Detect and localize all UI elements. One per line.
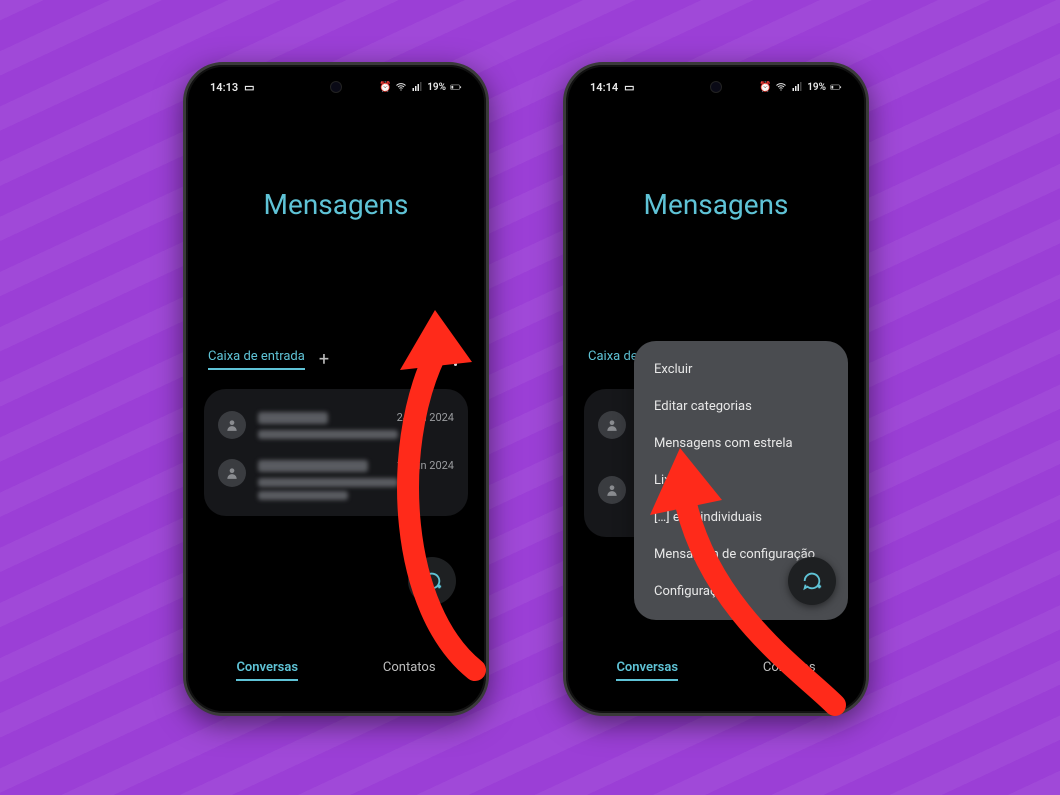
phone-power-button [563, 235, 565, 315]
bottom-tabs: Conversas Contatos [574, 660, 858, 681]
bottom-tabs: Conversas Contatos [194, 660, 478, 681]
battery-icon [450, 81, 462, 93]
avatar [598, 476, 626, 504]
wifi-icon [395, 81, 407, 93]
screenshot-icon: ▭ [624, 81, 634, 94]
avatar [218, 459, 246, 487]
signal-icon [791, 81, 803, 93]
phone-mockup-1: 14:13 ▭ ⏰ 19% Mensagens [183, 62, 489, 716]
battery-icon [830, 81, 842, 93]
search-icon[interactable] [406, 351, 424, 369]
add-category-button[interactable]: + [319, 349, 329, 370]
compose-fab[interactable] [408, 557, 456, 605]
redacted-sender [258, 412, 328, 424]
status-time: 14:14 [590, 81, 618, 94]
tab-contacts[interactable]: Contatos [763, 660, 816, 681]
conversation-date: 11 jun 2024 [397, 459, 454, 472]
inbox-tab[interactable]: Caixa de entrada [208, 349, 305, 370]
phone-screen-2: 14:14 ▭ ⏰ 19% Mensagens [574, 73, 858, 705]
redacted-preview [258, 491, 348, 500]
toolbar: Caixa de entrada + [208, 349, 464, 370]
conversation-date: 24 jun 2024 [397, 411, 454, 424]
phone-volume-up-button [867, 195, 869, 255]
tab-conversations[interactable]: Conversas [616, 660, 678, 681]
tab-contacts[interactable]: Contatos [383, 660, 436, 681]
redacted-preview [258, 430, 398, 439]
conversation-row[interactable]: 11 jun 2024 [218, 449, 454, 510]
menu-item-individual-messages[interactable]: […] ens. individuais [634, 499, 848, 536]
app-title: Mensagens [194, 188, 478, 221]
app-title: Mensagens [574, 188, 858, 221]
alarm-icon: ⏰ [379, 81, 391, 93]
wifi-icon [775, 81, 787, 93]
status-battery-percent: 19% [427, 82, 446, 93]
phone-volume-down-button [867, 265, 869, 325]
phone-mockup-2: 14:14 ▭ ⏰ 19% Mensagens [563, 62, 869, 716]
compose-fab[interactable] [788, 557, 836, 605]
status-time: 14:13 [210, 81, 238, 94]
tab-conversations[interactable]: Conversas [236, 660, 298, 681]
tutorial-stage: 14:13 ▭ ⏰ 19% Mensagens [0, 0, 1060, 795]
redacted-sender [258, 460, 368, 472]
more-options-icon[interactable] [446, 351, 464, 369]
menu-item-trash[interactable]: Lixeira [634, 462, 848, 499]
conversations-card: 24 jun 2024 11 jun 2024 [204, 389, 468, 516]
screenshot-icon: ▭ [244, 81, 254, 94]
avatar [598, 411, 626, 439]
status-bar: 14:13 ▭ ⏰ 19% [194, 73, 478, 101]
status-bar: 14:14 ▭ ⏰ 19% [574, 73, 858, 101]
inbox-tab-truncated[interactable]: Caixa de [588, 349, 638, 368]
menu-item-edit-categories[interactable]: Editar categorias [634, 388, 848, 425]
redacted-preview [258, 478, 398, 487]
status-battery-percent: 19% [807, 82, 826, 93]
avatar [218, 411, 246, 439]
phone-screen-1: 14:13 ▭ ⏰ 19% Mensagens [194, 73, 478, 705]
phone-power-button [183, 235, 185, 315]
phone-volume-up-button [487, 195, 489, 255]
signal-icon [411, 81, 423, 93]
conversation-row[interactable]: 24 jun 2024 [218, 401, 454, 449]
menu-item-starred[interactable]: Mensagens com estrela [634, 425, 848, 462]
menu-item-delete[interactable]: Excluir [634, 351, 848, 388]
phone-volume-down-button [487, 265, 489, 325]
alarm-icon: ⏰ [759, 81, 771, 93]
